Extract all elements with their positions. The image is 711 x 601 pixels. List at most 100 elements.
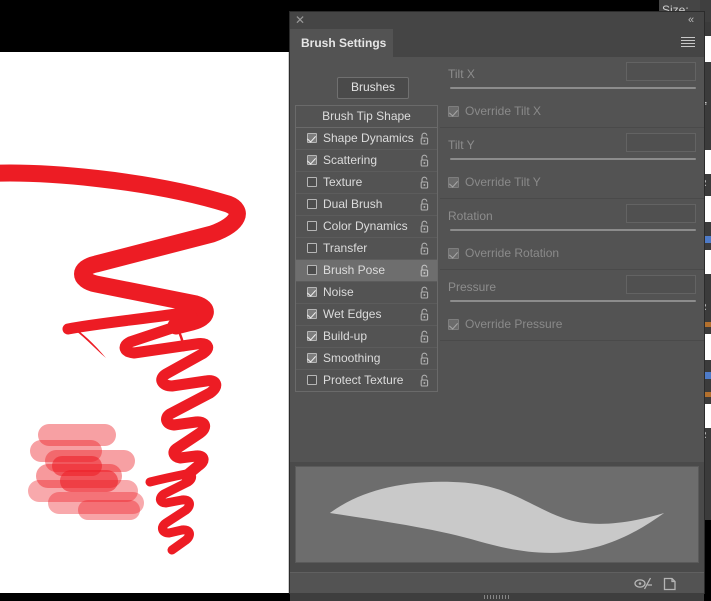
brushes-button[interactable]: Brushes (337, 77, 409, 99)
control-group-tilt-x: Tilt X Override Tilt X (440, 57, 704, 128)
brush-option-build-up[interactable]: Build-up (296, 326, 437, 348)
brush-option-transfer[interactable]: Transfer (296, 238, 437, 260)
brush-option-label: Dual Brush (323, 197, 383, 211)
checkbox[interactable] (448, 319, 459, 330)
control-group-tilt-y: Tilt Y Override Tilt Y (440, 128, 704, 199)
slider-value-field[interactable] (626, 62, 696, 81)
checkbox[interactable] (307, 177, 317, 187)
slider-row-pressure[interactable]: Pressure (440, 270, 704, 311)
lock-open-icon[interactable] (419, 374, 430, 387)
brush-option-dual-brush[interactable]: Dual Brush (296, 194, 437, 216)
tab-brush-settings[interactable]: Brush Settings (290, 29, 393, 57)
panel-body: Brushes Brush Tip Shape Shape Dynamics S… (290, 57, 704, 462)
lock-open-icon[interactable] (419, 154, 430, 167)
panel-tabbar: Brush Settings (290, 29, 704, 57)
brush-option-label: Wet Edges (323, 307, 382, 321)
panel-footer (290, 572, 704, 594)
brush-option-wet-edges[interactable]: Wet Edges (296, 304, 437, 326)
checkbox[interactable] (307, 309, 317, 319)
artwork-blobs (28, 424, 144, 520)
checkbox[interactable] (448, 177, 459, 188)
control-group-pressure: Pressure Override Pressure (440, 270, 704, 341)
checkbox[interactable] (307, 199, 317, 209)
brush-option-label: Protect Texture (323, 373, 404, 387)
brush-option-protect-texture[interactable]: Protect Texture (296, 370, 437, 391)
lock-open-icon[interactable] (419, 330, 430, 343)
checkbox[interactable] (307, 155, 317, 165)
checkbox[interactable] (307, 331, 317, 341)
brush-option-scattering[interactable]: Scattering (296, 150, 437, 172)
override-label: Override Tilt X (465, 104, 542, 118)
slider-row-tilt-y[interactable]: Tilt Y (440, 128, 704, 169)
checkbox[interactable] (307, 243, 317, 253)
document-canvas[interactable] (0, 52, 288, 593)
lock-open-icon[interactable] (419, 176, 430, 189)
override-row-tilt-y[interactable]: Override Tilt Y (440, 169, 704, 198)
brush-option-brush-pose[interactable]: Brush Pose (296, 260, 437, 282)
artwork-stroke-1 (0, 164, 246, 335)
checkbox[interactable] (448, 248, 459, 259)
slider-row-tilt-x[interactable]: Tilt X (440, 57, 704, 98)
slider-label: Tilt Y (448, 138, 475, 152)
control-group-rotation: Rotation Override Rotation (440, 199, 704, 270)
checkbox[interactable] (307, 353, 317, 363)
slider-value-field[interactable] (626, 275, 696, 294)
slider-row-rotation[interactable]: Rotation (440, 199, 704, 240)
lock-open-icon[interactable] (419, 132, 430, 145)
checkbox[interactable] (307, 375, 317, 385)
checkbox[interactable] (448, 106, 459, 117)
override-label: Override Rotation (465, 246, 560, 260)
override-label: Override Tilt Y (465, 175, 541, 189)
close-icon[interactable]: ✕ (294, 14, 306, 26)
lock-open-icon[interactable] (419, 264, 430, 277)
canvas-artwork (0, 164, 246, 555)
override-row-pressure[interactable]: Override Pressure (440, 311, 704, 340)
checkbox[interactable] (307, 221, 317, 231)
slider-label: Tilt X (448, 67, 475, 81)
slider-track[interactable] (450, 229, 696, 231)
brush-option-shape-dynamics[interactable]: Shape Dynamics (296, 128, 437, 150)
new-brush-preset-icon[interactable] (633, 576, 655, 591)
brush-option-label: Color Dynamics (323, 219, 408, 233)
override-row-rotation[interactable]: Override Rotation (440, 240, 704, 269)
create-new-brush-icon[interactable] (662, 576, 678, 592)
brush-option-label: Transfer (323, 241, 368, 255)
lock-open-icon[interactable] (419, 286, 430, 299)
brush-stroke-preview (295, 466, 699, 563)
brush-pose-controls: Tilt X Override Tilt X Tilt Y Override T… (440, 57, 704, 462)
checkbox[interactable] (307, 265, 317, 275)
slider-label: Pressure (448, 280, 497, 294)
lock-open-icon[interactable] (419, 308, 430, 321)
lock-open-icon[interactable] (419, 220, 430, 233)
checkbox[interactable] (307, 133, 317, 143)
brush-preview-zone (290, 462, 704, 572)
brush-option-label: Smoothing (323, 351, 381, 365)
brush-option-label: Brush Pose (323, 263, 386, 277)
brush-option-label: Scattering (323, 153, 378, 167)
brush-option-texture[interactable]: Texture (296, 172, 437, 194)
override-label: Override Pressure (465, 317, 563, 331)
slider-value-field[interactable] (626, 204, 696, 223)
collapse-double-chevron-icon[interactable]: « (684, 14, 698, 26)
lock-open-icon[interactable] (419, 242, 430, 255)
slider-value-field[interactable] (626, 133, 696, 152)
brush-tip-shape-item[interactable]: Brush Tip Shape (296, 106, 437, 128)
lock-open-icon[interactable] (419, 352, 430, 365)
slider-track[interactable] (450, 300, 696, 302)
artwork-stroke-3 (145, 469, 197, 555)
override-row-tilt-x[interactable]: Override Tilt X (440, 98, 704, 127)
checkbox[interactable] (307, 287, 317, 297)
slider-track[interactable] (450, 87, 696, 89)
brush-option-label: Build-up (323, 329, 368, 343)
preview-stroke-shape (329, 481, 665, 553)
brush-option-noise[interactable]: Noise (296, 282, 437, 304)
brush-option-label: Noise (323, 285, 354, 299)
brush-option-label: Shape Dynamics (323, 131, 414, 145)
brush-option-color-dynamics[interactable]: Color Dynamics (296, 216, 437, 238)
panel-menu-icon[interactable] (681, 37, 695, 48)
slider-track[interactable] (450, 158, 696, 160)
lock-open-icon[interactable] (419, 198, 430, 211)
brush-option-label: Texture (323, 175, 363, 189)
brush-option-smoothing[interactable]: Smoothing (296, 348, 437, 370)
brush-options-list: Brush Tip Shape Shape Dynamics Scatterin… (295, 105, 438, 392)
